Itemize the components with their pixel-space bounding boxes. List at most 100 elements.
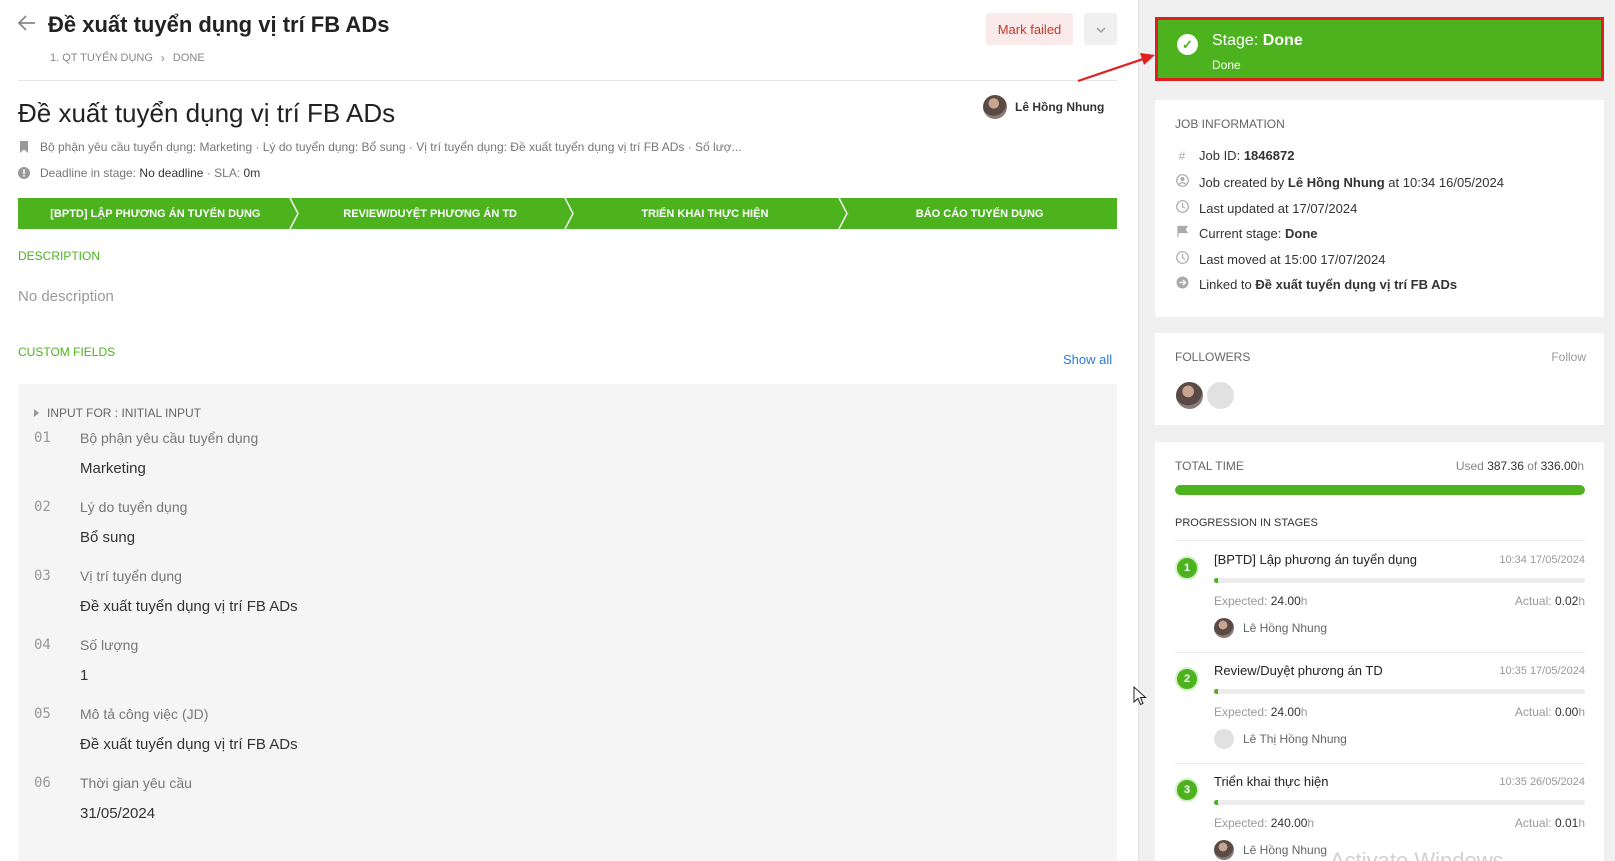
field-label: Mô tả công việc (JD) xyxy=(80,706,209,722)
stage-number: 2 xyxy=(1175,667,1199,691)
expected-time: Expected: 240.00h xyxy=(1214,816,1315,830)
field-value: Bổ sung xyxy=(80,529,136,546)
field-label: Số lượng xyxy=(80,637,139,653)
actual-time: Actual: 0.02h xyxy=(1514,594,1585,608)
job-detail-pane: Đề xuất tuyển dụng vị trí FB ADs 1. QT T… xyxy=(0,0,1138,861)
field-value: Đề xuất tuyển dụng vị trí FB ADs xyxy=(80,736,298,753)
card-heading: JOB INFORMATION xyxy=(1175,117,1285,131)
follower-avatar[interactable] xyxy=(1174,380,1205,411)
job-owner[interactable]: Lê Hồng Nhung xyxy=(983,95,1104,119)
stage-prefix: Stage: xyxy=(1212,32,1259,49)
stage-time: 10:35 17/05/2024 xyxy=(1499,665,1585,677)
stage-bar xyxy=(1214,800,1585,805)
current-stage-row: Current stage: Done xyxy=(1175,225,1318,241)
more-options-button[interactable] xyxy=(1084,13,1117,45)
stage-time: 10:35 26/05/2024 xyxy=(1499,776,1585,788)
actual-value: 0.02 xyxy=(1554,594,1579,608)
field-label: Thời gian yêu cầu xyxy=(80,775,192,791)
stage-step-label: Review/Duyệt phương án TD xyxy=(343,207,517,220)
field-value: Đề xuất tuyển dụng vị trí FB ADs xyxy=(80,598,298,615)
stage-progress-item[interactable]: 1 [BPTD] Lập phương án tuyển dụng 10:34 … xyxy=(1175,542,1585,653)
current-stage-card[interactable]: ✓ Stage: Done Done xyxy=(1155,17,1604,81)
mouse-cursor-icon xyxy=(1133,686,1147,706)
breadcrumb-item-process[interactable]: 1. QT TUYỂN DỤNG xyxy=(50,52,153,64)
clock-icon xyxy=(1175,200,1189,216)
field-group-label: INPUT FOR : INITIAL INPUT xyxy=(47,406,202,420)
avatar xyxy=(1214,729,1234,749)
job-sidebar: ✓ Stage: Done Done JOB INFORMATION # Job… xyxy=(1139,0,1615,861)
expected-label: Expected: xyxy=(1214,705,1268,719)
alert-circle-icon xyxy=(18,167,30,179)
actual-time: Actual: 0.00h xyxy=(1514,705,1585,719)
stage-assignee: Lê Thị Hồng Nhung xyxy=(1214,729,1347,749)
user-circle-icon xyxy=(1175,174,1189,190)
stage-name: Done xyxy=(1262,32,1303,49)
hash-icon: # xyxy=(1178,148,1186,163)
stage-time: 10:34 17/05/2024 xyxy=(1499,554,1585,566)
last-updated: Last updated at 17/07/2024 xyxy=(1199,200,1358,216)
divider xyxy=(1175,540,1585,541)
linked-row: Linked to Đề xuất tuyển dụng vị trí FB A… xyxy=(1175,276,1457,292)
deadline-label: Deadline in stage: xyxy=(40,166,137,180)
chevron-down-icon xyxy=(1096,22,1106,36)
expected-time: Expected: 24.00h xyxy=(1214,705,1308,719)
total-time-card: TOTAL TIME Used 387.36 of 336.00h PROGRE… xyxy=(1155,442,1604,861)
owner-name: Lê Hồng Nhung xyxy=(1015,100,1105,114)
field-label: Vị trí tuyển dụng xyxy=(80,568,182,584)
field-value: 31/05/2024 xyxy=(80,805,156,822)
used-label: Used xyxy=(1455,459,1484,473)
follow-button[interactable]: Follow xyxy=(1551,350,1586,364)
stage-progress-bar: [BPTD] Lập phương án tuyển dụng Review/D… xyxy=(18,198,1117,229)
stage-separator-icon xyxy=(289,198,299,229)
assignee-name: Lê Thị Hồng Nhung xyxy=(1243,732,1347,746)
stage-name: Triển khai thực hiện xyxy=(1214,774,1329,789)
avatar xyxy=(983,95,1007,119)
field-number: 01 xyxy=(34,430,51,446)
stage-bar-fill xyxy=(1214,689,1218,694)
created-by[interactable]: Lê Hồng Nhung xyxy=(1288,175,1385,190)
stage-step[interactable]: [BPTD] Lập phương án tuyển dụng xyxy=(18,198,293,229)
back-arrow-icon[interactable] xyxy=(17,14,36,37)
avatar xyxy=(1214,840,1234,860)
follower-avatar[interactable] xyxy=(1205,380,1236,411)
followers-card: FOLLOWERS Follow xyxy=(1155,333,1604,425)
stage-step[interactable]: Triển khai thực hiện xyxy=(563,198,843,229)
stage-number: 1 xyxy=(1175,556,1199,580)
progress-fill xyxy=(1175,485,1585,495)
stage-separator-icon xyxy=(838,198,849,229)
show-all-link[interactable]: Show all xyxy=(1063,352,1112,367)
stage-name: Review/Duyệt phương án TD xyxy=(1214,663,1383,678)
chevron-right-icon: › xyxy=(160,51,165,65)
job-id-value: 1846872 xyxy=(1243,148,1295,163)
clock-icon xyxy=(1175,251,1189,267)
job-id-row: # Job ID: 1846872 xyxy=(1175,148,1295,163)
actual-label: Actual: xyxy=(1514,594,1552,608)
total-value: 336.00 xyxy=(1540,459,1578,473)
stage-progress-item[interactable]: 2 Review/Duyệt phương án TD 10:35 17/05/… xyxy=(1175,653,1585,764)
breadcrumb-item-stage[interactable]: DONE xyxy=(173,52,205,64)
mark-failed-button[interactable]: Mark failed xyxy=(986,13,1073,45)
stage-step[interactable]: Báo cáo tuyển dụng xyxy=(838,198,1117,229)
bookmark-icon xyxy=(18,141,30,153)
used-value: 387.36 xyxy=(1487,459,1524,473)
current-stage-value: Done xyxy=(1285,225,1318,241)
stage-progress-item[interactable]: 3 Triển khai thực hiện 10:35 26/05/2024 … xyxy=(1175,764,1585,861)
field-number: 06 xyxy=(34,775,51,791)
stage-step-label: Triển khai thực hiện xyxy=(641,207,769,220)
description-text[interactable]: No description xyxy=(18,288,114,305)
linked-job[interactable]: Đề xuất tuyển dụng vị trí FB ADs xyxy=(1255,277,1457,292)
field-group-toggle[interactable]: INPUT FOR : INITIAL INPUT xyxy=(34,406,201,420)
field-label: Bộ phận yêu cầu tuyển dụng xyxy=(80,430,259,446)
header-divider xyxy=(18,80,1117,81)
assignee-name: Lê Hồng Nhung xyxy=(1243,621,1328,635)
last-moved: Last moved at 15:00 17/07/2024 xyxy=(1199,251,1386,267)
field-number: 03 xyxy=(34,568,51,584)
app-root: Đề xuất tuyển dụng vị trí FB ADs 1. QT T… xyxy=(0,0,1615,861)
annotation-arrow-icon xyxy=(1077,53,1155,83)
actual-value: 0.01 xyxy=(1554,816,1579,830)
linked-label: Linked to xyxy=(1199,276,1252,292)
field-value: 1 xyxy=(80,667,89,684)
custom-fields-panel: INPUT FOR : INITIAL INPUT 01 Bộ phận yêu… xyxy=(18,384,1117,861)
expected-value: 24.00 xyxy=(1270,705,1301,719)
stage-step[interactable]: Review/Duyệt phương án TD xyxy=(289,198,568,229)
